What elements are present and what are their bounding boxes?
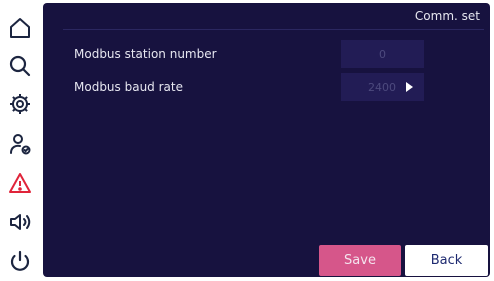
screen: Comm. set Modbus station number 0 Modbus… [0,0,494,281]
title-divider [63,29,484,30]
station-number-value: 0 [379,47,386,61]
power-icon[interactable] [4,245,36,277]
page-title: Comm. set [414,9,480,23]
user-check-icon[interactable] [4,128,36,160]
baud-rate-value: 2400 [368,80,396,94]
station-number-label: Modbus station number [74,47,217,61]
search-icon[interactable] [4,50,36,82]
settings-panel: Comm. set Modbus station number 0 Modbus… [43,3,490,277]
station-number-input[interactable]: 0 [341,40,424,68]
warning-icon[interactable] [4,167,36,199]
save-button[interactable]: Save [319,245,401,276]
baud-rate-label: Modbus baud rate [74,80,183,94]
play-arrow-icon [406,82,413,92]
baud-rate-select[interactable]: 2400 [341,73,424,101]
home-icon[interactable] [4,12,36,44]
settings-gear-icon[interactable] [4,88,36,120]
back-button[interactable]: Back [405,245,488,276]
sidebar-nav [0,0,40,281]
volume-icon[interactable] [4,206,36,238]
